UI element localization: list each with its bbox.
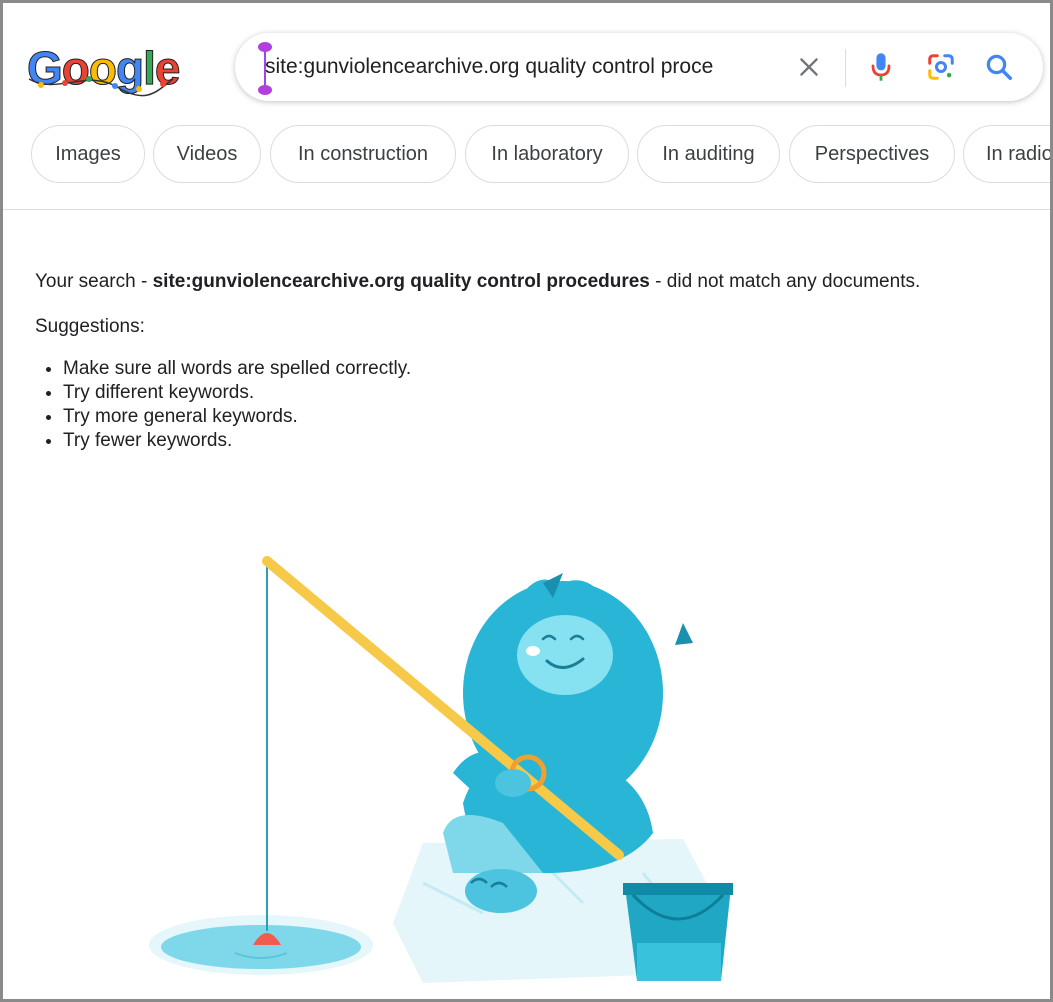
yeti-fishing-illustration (149, 556, 733, 983)
search-icon (986, 54, 1012, 80)
search-divider (845, 49, 846, 87)
chip-videos[interactable]: Videos (153, 125, 261, 183)
filter-chips: Images Videos In construction In laborat… (27, 125, 1050, 187)
search-input[interactable]: site:gunviolencearchive.org quality cont… (265, 55, 775, 83)
holiday-lights-icon (28, 76, 174, 97)
close-icon (800, 58, 818, 76)
chip-in-auditing[interactable]: In auditing (637, 125, 780, 183)
message-query: site:gunviolencearchive.org quality cont… (152, 271, 650, 292)
voice-search-button[interactable] (861, 47, 901, 87)
ice-hole-water (161, 925, 361, 969)
chip-perspectives[interactable]: Perspectives (789, 125, 955, 183)
camera-lens-icon (928, 54, 954, 80)
yeti-foot (465, 869, 537, 913)
suggestion-item: Try different keywords. (63, 381, 1015, 405)
clear-search-button[interactable] (789, 47, 829, 87)
suggestion-item: Try fewer keywords. (63, 429, 1015, 453)
no-results-section: Your search - site:gunviolencearchive.or… (35, 269, 1015, 453)
chip-in-laboratory[interactable]: In laboratory (465, 125, 629, 183)
chip-images[interactable]: Images (31, 125, 145, 183)
google-logo[interactable]: Google (27, 39, 181, 101)
image-search-button[interactable] (921, 47, 961, 87)
suggestions-title: Suggestions: (35, 316, 145, 337)
message-prefix: Your search - (35, 271, 153, 292)
search-box[interactable]: site:gunviolencearchive.org quality cont… (235, 33, 1043, 101)
chip-in-construction[interactable]: In construction (270, 125, 456, 183)
chip-in-radio[interactable]: In radio (963, 125, 1050, 183)
search-submit-button[interactable] (979, 47, 1019, 87)
selection-handle-bottom[interactable] (258, 85, 272, 95)
search-header: Google site:gunviolencearchive.org quali… (3, 3, 1050, 210)
suggestion-item: Try more general keywords. (63, 405, 1015, 429)
no-results-message: Your search - site:gunviolencearchive.or… (35, 269, 1015, 295)
browser-frame: Google site:gunviolencearchive.org quali… (0, 0, 1053, 1002)
yeti-hand (495, 769, 531, 797)
message-suffix: - did not match any documents. (649, 271, 921, 292)
microphone-icon (871, 53, 891, 81)
suggestions-list: Make sure all words are spelled correctl… (35, 357, 1015, 453)
suggestion-item: Make sure all words are spelled correctl… (63, 357, 1015, 381)
